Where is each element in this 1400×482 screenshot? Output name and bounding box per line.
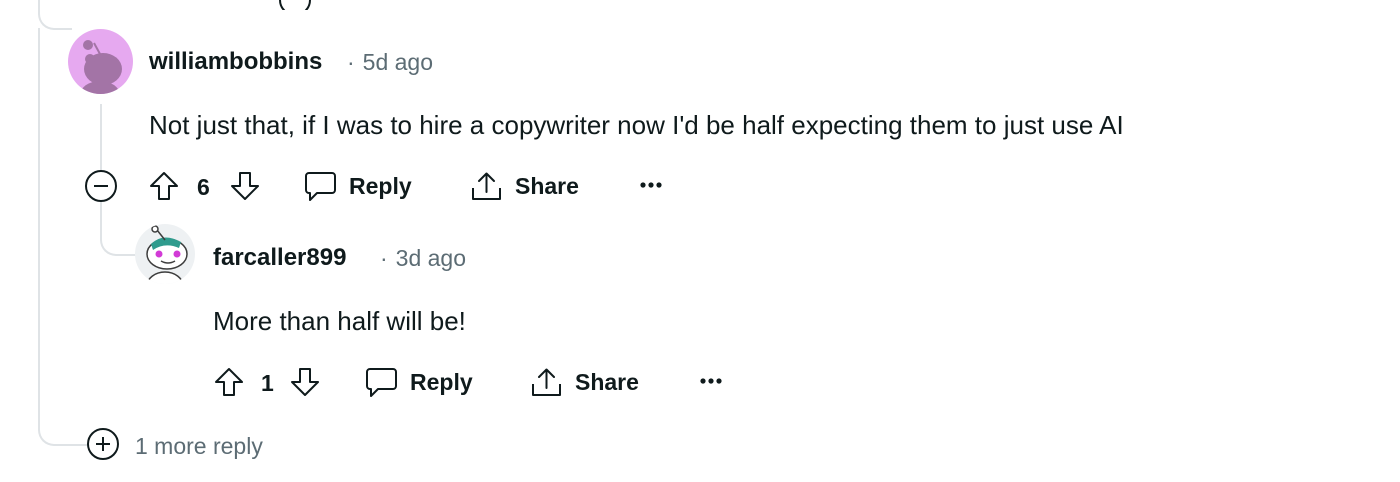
more-options-icon[interactable] bbox=[699, 377, 723, 385]
share-label: Share bbox=[575, 368, 639, 395]
downvote-arrow-icon[interactable] bbox=[289, 366, 321, 398]
reply-button[interactable]: Reply bbox=[365, 360, 473, 404]
avatar[interactable] bbox=[135, 224, 195, 284]
expand-plus-icon[interactable] bbox=[86, 427, 120, 461]
meta-separator: · bbox=[380, 245, 388, 271]
vote-count: 6 bbox=[197, 174, 210, 200]
thread-line-outer bbox=[38, 28, 90, 446]
thread-line-top bbox=[38, 0, 72, 30]
collapse-minus-icon-partial bbox=[279, 0, 311, 10]
comment-bubble-icon bbox=[305, 171, 336, 201]
comment-timestamp[interactable]: 3d ago bbox=[396, 245, 466, 271]
comment-time: · 5d ago bbox=[347, 49, 433, 76]
share-button[interactable]: Share bbox=[470, 164, 579, 208]
share-button[interactable]: Share bbox=[530, 360, 639, 404]
collapse-minus-icon[interactable] bbox=[84, 169, 118, 203]
more-replies-link[interactable]: 1 more reply bbox=[135, 433, 263, 460]
vote-count: 1 bbox=[261, 370, 274, 396]
downvote-arrow-icon[interactable] bbox=[229, 170, 261, 202]
share-icon bbox=[472, 172, 501, 200]
reply-button[interactable]: Reply bbox=[304, 164, 412, 208]
comment-timestamp[interactable]: 5d ago bbox=[363, 49, 433, 75]
reply-label: Reply bbox=[410, 368, 473, 395]
share-icon bbox=[532, 368, 561, 396]
upvote-arrow-icon[interactable] bbox=[213, 366, 245, 398]
snoo-avatar-icon bbox=[80, 40, 122, 94]
comment-time: · 3d ago bbox=[380, 245, 466, 272]
avatar[interactable] bbox=[68, 29, 133, 94]
comment-bubble-icon bbox=[366, 367, 397, 397]
upvote-arrow-icon[interactable] bbox=[148, 170, 180, 202]
comment-body: More than half will be! bbox=[213, 306, 466, 336]
comment-body: Not just that, if I was to hire a copywr… bbox=[149, 110, 1124, 140]
reply-label: Reply bbox=[349, 172, 412, 199]
meta-separator: · bbox=[347, 49, 355, 75]
snoo-avatar-icon bbox=[146, 225, 188, 284]
comment-author[interactable]: williambobbins bbox=[149, 48, 322, 76]
share-label: Share bbox=[515, 172, 579, 199]
comment-author[interactable]: farcaller899 bbox=[213, 244, 346, 272]
more-options-icon[interactable] bbox=[639, 181, 663, 189]
